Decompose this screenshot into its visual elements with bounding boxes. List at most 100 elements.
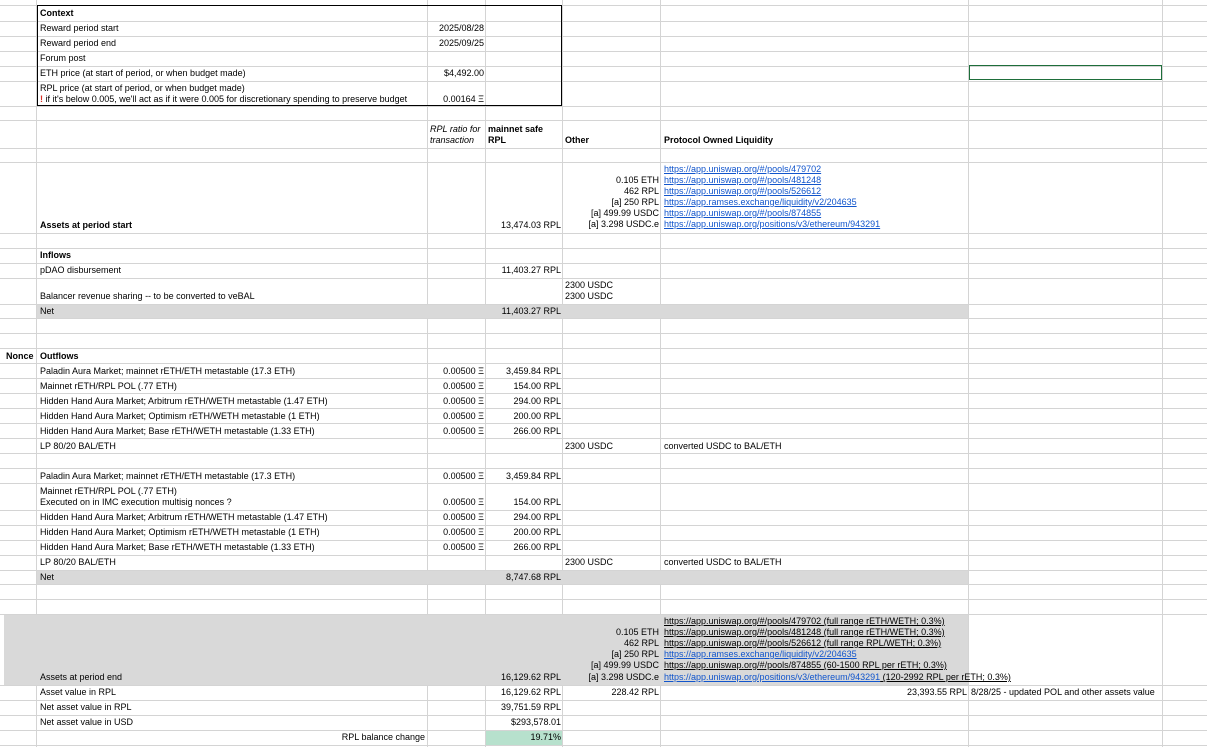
start-link-1[interactable]: https://app.uniswap.org/#/pools/481248: [664, 175, 821, 186]
lp-note: converted USDC to BAL/ETH: [664, 441, 782, 451]
net-usd-value[interactable]: $293,578.01: [486, 717, 561, 728]
gridline: [968, 0, 969, 747]
net-usd-label: Net asset value in USD: [40, 717, 134, 727]
outflows-net-value[interactable]: 8,747.68 RPL: [486, 572, 561, 583]
end-link-0[interactable]: https://app.uniswap.org/#/pools/479702 (…: [664, 616, 945, 627]
outflow-value[interactable]: 266.00 RPL: [486, 542, 561, 553]
reward-start-value[interactable]: 2025/08/28: [428, 23, 484, 34]
pol-header: Protocol Owned Liquidity: [664, 135, 773, 145]
start-other-3: [a] 499.99 USDC: [590, 208, 659, 218]
outflow-ratio[interactable]: 0.00500 Ξ: [428, 366, 484, 377]
start-other-2: [a] 250 RPL: [611, 197, 659, 207]
end-link-1[interactable]: https://app.uniswap.org/#/pools/481248 (…: [664, 627, 945, 638]
end-other-4: [a] 3.298 USDC.e: [588, 672, 659, 682]
end-other-2: [a] 250 RPL: [611, 649, 659, 659]
context-header: Context: [40, 8, 74, 18]
outflow-ratio[interactable]: 0.00500 Ξ: [428, 471, 484, 482]
outflow-ratio[interactable]: 0.00500 Ξ: [428, 396, 484, 407]
start-other-4: [a] 3.298 USDC.e: [588, 219, 659, 229]
exclamation-icon: !: [40, 94, 43, 104]
outflow-label: Mainnet rETH/RPL POL (.77 ETH): [40, 486, 177, 496]
assets-end-value[interactable]: 16,129.62 RPL: [486, 672, 561, 683]
outflow-label: Mainnet rETH/RPL POL (.77 ETH): [40, 381, 177, 391]
other-header: Other: [565, 135, 590, 145]
outflow-label: Hidden Hand Aura Market; Base rETH/WETH …: [40, 542, 315, 552]
assets-end-label: Assets at period end: [40, 672, 123, 682]
start-link-2[interactable]: https://app.uniswap.org/#/pools/526612: [664, 186, 821, 197]
outflow-ratio[interactable]: 0.00500 Ξ: [428, 512, 484, 523]
outflow-value[interactable]: 3,459.84 RPL: [486, 471, 561, 482]
outflow-value[interactable]: 266.00 RPL: [486, 426, 561, 437]
nonce-header: Nonce: [6, 351, 34, 361]
outflow-ratio[interactable]: 0.00500 Ξ: [428, 527, 484, 538]
outflow-value[interactable]: 200.00 RPL: [486, 527, 561, 538]
asset-value-other[interactable]: 228.42 RPL: [563, 687, 659, 698]
lp-label: LP 80/20 BAL/ETH: [40, 557, 116, 567]
forum-post-label: Forum post: [40, 53, 86, 63]
outflow-value[interactable]: 200.00 RPL: [486, 411, 561, 422]
lp-label: LP 80/20 BAL/ETH: [40, 441, 116, 451]
eth-price-value[interactable]: $4,492.00: [428, 68, 484, 79]
outflow-label: Hidden Hand Aura Market; Arbitrum rETH/W…: [40, 396, 328, 406]
outflow-label: Hidden Hand Aura Market; Base rETH/WETH …: [40, 426, 315, 436]
start-link-0[interactable]: https://app.uniswap.org/#/pools/479702: [664, 164, 821, 175]
outflow-label: Paladin Aura Market; mainnet rETH/ETH me…: [40, 471, 296, 481]
outflows-header: Outflows: [40, 351, 79, 361]
outflow-label: Hidden Hand Aura Market; Optimism rETH/W…: [40, 411, 320, 421]
outflow-ratio[interactable]: 0.00500 Ξ: [428, 542, 484, 553]
gridline: [1162, 0, 1163, 747]
end-link-2[interactable]: https://app.uniswap.org/#/pools/526612 (…: [664, 638, 941, 649]
outflow-value[interactable]: 294.00 RPL: [486, 396, 561, 407]
end-other-1: 462 RPL: [623, 638, 659, 648]
end-link-5[interactable]: https://app.uniswap.org/positions/v3/eth…: [664, 672, 1011, 683]
start-link-3[interactable]: https://app.ramses.exchange/liquidity/v2…: [664, 197, 857, 208]
end-link-5-url[interactable]: https://app.uniswap.org/positions/v3/eth…: [664, 672, 880, 682]
balance-change-value[interactable]: 19.71%: [486, 732, 561, 743]
outflow-ratio[interactable]: 0.00500 Ξ: [428, 497, 484, 508]
outflows-net-label: Net: [40, 572, 55, 582]
start-link-4[interactable]: https://app.uniswap.org/#/pools/874855: [664, 208, 821, 219]
pdao-value[interactable]: 11,403.27 RPL: [486, 265, 561, 276]
outflow-value[interactable]: 154.00 RPL: [486, 497, 561, 508]
balancer-label: Balancer revenue sharing -- to be conver…: [40, 291, 255, 301]
outflow-value[interactable]: 154.00 RPL: [486, 381, 561, 392]
outflow-label-note: Executed on in IMC execution multisig no…: [40, 497, 232, 507]
spreadsheet-grid[interactable]: Context Reward period start 2025/08/28 R…: [0, 0, 1207, 747]
pdao-label: pDAO disbursement: [40, 265, 122, 275]
outflow-ratio[interactable]: 0.00500 Ξ: [428, 426, 484, 437]
net-rpl-label: Net asset value in RPL: [40, 702, 132, 712]
start-link-5[interactable]: https://app.uniswap.org/positions/v3/eth…: [664, 219, 880, 230]
reward-start-label: Reward period start: [40, 23, 119, 33]
assets-start-label: Assets at period start: [40, 220, 133, 230]
rpl-price-note: ! if it's below 0.005, we'll act as if i…: [40, 94, 407, 105]
inflows-header: Inflows: [40, 250, 71, 260]
asset-value-pol[interactable]: 23,393.55 RPL: [661, 687, 967, 698]
end-link-3[interactable]: https://app.ramses.exchange/liquidity/v2…: [664, 649, 857, 660]
rpl-price-note-text: if it's below 0.005, we'll act as if it …: [45, 94, 408, 104]
asset-value-note: 8/28/25 - updated POL and other assets v…: [971, 687, 1155, 697]
outflow-ratio[interactable]: 0.00500 Ξ: [428, 411, 484, 422]
selected-cell[interactable]: [969, 65, 1162, 80]
assets-start-value[interactable]: 13,474.03 RPL: [486, 220, 561, 231]
outflow-ratio[interactable]: 0.00500 Ξ: [428, 381, 484, 392]
balance-change-label: RPL balance change: [341, 732, 425, 742]
start-other-1: 462 RPL: [623, 186, 659, 196]
rpl-ratio-header-2: transaction: [430, 135, 475, 145]
net-rpl-value[interactable]: 39,751.59 RPL: [486, 702, 561, 713]
reward-end-value[interactable]: 2025/09/25: [428, 38, 484, 49]
lp-note: converted USDC to BAL/ETH: [664, 557, 782, 567]
reward-end-label: Reward period end: [40, 38, 117, 48]
balancer-other-1: 2300 USDC: [565, 280, 614, 290]
end-link-5-suffix: (120-2992 RPL per rETH; 0.3%): [880, 672, 1011, 682]
balancer-other-2: 2300 USDC: [565, 291, 614, 301]
end-other-3: [a] 499.99 USDC: [590, 660, 659, 670]
outflow-value[interactable]: 294.00 RPL: [486, 512, 561, 523]
end-other-0: 0.105 ETH: [615, 627, 659, 637]
end-link-4[interactable]: https://app.uniswap.org/#/pools/874855 (…: [664, 660, 947, 671]
asset-value[interactable]: 16,129.62 RPL: [486, 687, 561, 698]
outflow-value[interactable]: 3,459.84 RPL: [486, 366, 561, 377]
rpl-price-value[interactable]: 0.00164 Ξ: [428, 94, 484, 105]
inflows-net-value[interactable]: 11,403.27 RPL: [486, 306, 561, 317]
outflow-label: Hidden Hand Aura Market; Arbitrum rETH/W…: [40, 512, 328, 522]
rpl-price-label: RPL price (at start of period, or when b…: [40, 83, 245, 93]
